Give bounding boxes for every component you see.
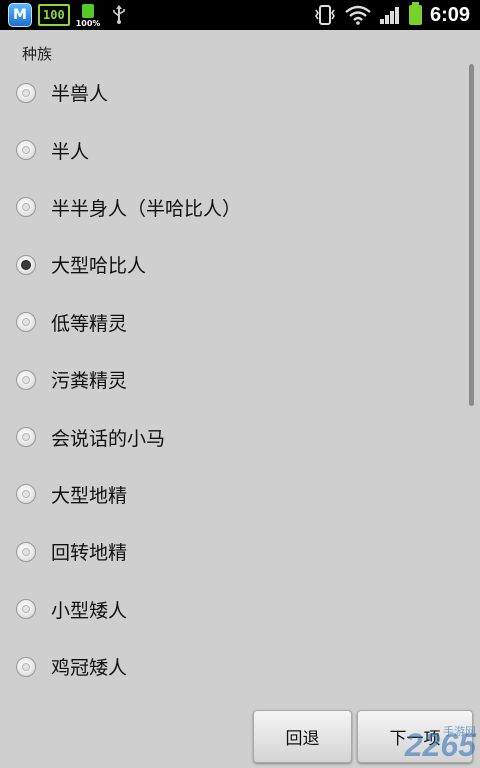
- option-label: 低等精灵: [51, 312, 128, 335]
- battery-widget-percent: 100%: [75, 19, 101, 28]
- radio-button[interactable]: [16, 140, 36, 161]
- radio-button[interactable]: [16, 656, 36, 677]
- signal-icon: [379, 5, 401, 25]
- vibrate-icon: [313, 4, 337, 26]
- app-badge-icon: M: [8, 3, 32, 27]
- back-button[interactable]: 回退: [253, 710, 352, 763]
- radio-button[interactable]: [16, 599, 36, 620]
- race-option[interactable]: 会说话的小马: [0, 408, 480, 465]
- scrollbar-thumb[interactable]: [469, 64, 474, 406]
- clock: 6:09: [429, 3, 470, 26]
- option-label: 半人: [51, 140, 90, 163]
- race-option[interactable]: 半人: [0, 121, 480, 178]
- race-option[interactable]: 大型哈比人: [0, 236, 480, 293]
- option-label: 小型矮人: [51, 599, 128, 622]
- option-label: 会说话的小马: [51, 427, 166, 450]
- radio-button[interactable]: [16, 312, 36, 333]
- race-option[interactable]: 鸡冠矮人: [0, 638, 480, 695]
- next-button[interactable]: 下一项: [357, 710, 473, 763]
- radio-button[interactable]: [16, 254, 36, 275]
- status-bar: M 100 100% 6:09: [0, 0, 480, 30]
- battery-icon: [408, 2, 422, 25]
- option-label: 半兽人: [51, 83, 109, 106]
- wifi-icon: [345, 5, 371, 25]
- radio-button[interactable]: [16, 541, 36, 562]
- usb-icon: [112, 5, 126, 25]
- race-option[interactable]: 半半身人（半哈比人）: [0, 179, 480, 236]
- radio-button[interactable]: [16, 427, 36, 448]
- radio-button[interactable]: [16, 82, 36, 103]
- option-label: 大型哈比人: [51, 255, 147, 278]
- race-option[interactable]: 污粪精灵: [0, 351, 480, 408]
- option-label: 污粪精灵: [51, 370, 128, 393]
- race-option[interactable]: 回转地精: [0, 523, 480, 580]
- radio-button[interactable]: [16, 369, 36, 390]
- race-option[interactable]: 低等精灵: [0, 294, 480, 351]
- option-label: 鸡冠矮人: [51, 657, 128, 680]
- race-option[interactable]: 小型矮人: [0, 581, 480, 638]
- race-option[interactable]: 半兽人: [0, 64, 480, 121]
- option-label: 回转地精: [51, 542, 128, 565]
- section-title: 种族: [22, 45, 53, 63]
- radio-button[interactable]: [16, 484, 36, 505]
- battery-badge-icon: 100: [38, 4, 70, 26]
- race-option[interactable]: 大型地精: [0, 466, 480, 523]
- battery-widget-icon: 100%: [76, 2, 106, 28]
- option-label: 大型地精: [51, 484, 128, 507]
- race-options-list: 半兽人 半人 半半身人（半哈比人） 大型哈比人 低等精灵 污粪精灵 会说话的小马…: [0, 64, 480, 695]
- radio-button[interactable]: [16, 197, 36, 218]
- option-label: 半半身人（半哈比人）: [51, 197, 242, 220]
